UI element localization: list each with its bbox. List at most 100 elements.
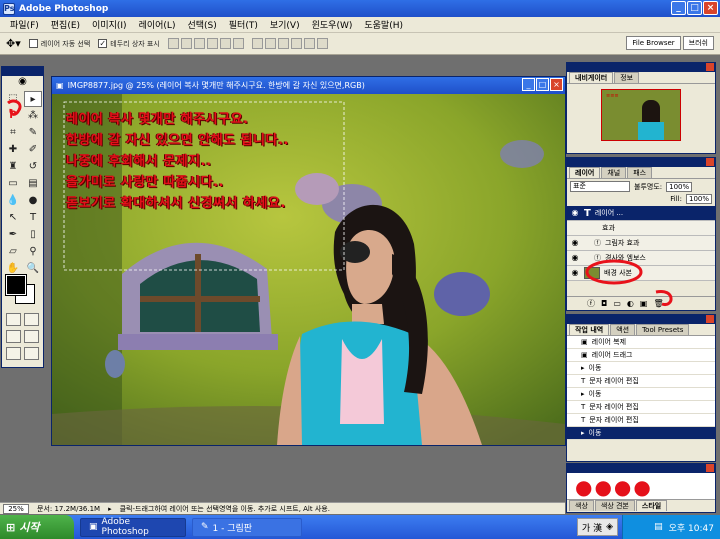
document-title-bar[interactable]: ▣ IMGP8877.jpg @ 25% (레이어 복사 몇개만 해주시구요. … bbox=[52, 77, 565, 94]
history-close-icon[interactable] bbox=[706, 315, 714, 323]
menu-view[interactable]: 보기(V) bbox=[264, 18, 306, 31]
menu-layer[interactable]: 레이어(L) bbox=[133, 18, 182, 31]
navigator-close-icon[interactable] bbox=[706, 63, 714, 71]
align-bottom-icon[interactable] bbox=[193, 38, 205, 49]
distribute-middle-icon[interactable] bbox=[264, 38, 276, 49]
history-item[interactable]: ▣ 레이어 복제 bbox=[567, 336, 715, 349]
menu-help[interactable]: 도움말(H) bbox=[358, 18, 409, 31]
align-left-icon[interactable] bbox=[206, 38, 218, 49]
ime-settings-icon[interactable]: ◈ bbox=[606, 522, 613, 532]
task-photoshop[interactable]: ▣ Adobe Photoshop bbox=[80, 517, 186, 537]
pen-tool-icon[interactable]: ✒ bbox=[4, 227, 22, 243]
menu-filter[interactable]: 필터(T) bbox=[223, 18, 264, 31]
ime-indicator[interactable]: 가 漢 ◈ bbox=[576, 518, 618, 536]
menu-image[interactable]: 이미지(I) bbox=[86, 18, 133, 31]
history-item[interactable]: T 문자 레이어 편집 bbox=[567, 414, 715, 427]
tab-paths[interactable]: 패스 bbox=[627, 167, 653, 178]
screen-mode-standard[interactable] bbox=[6, 330, 21, 343]
menu-select[interactable]: 선택(S) bbox=[181, 18, 222, 31]
tab-actions[interactable]: 액션 bbox=[610, 324, 636, 335]
type-tool-icon[interactable]: T bbox=[24, 210, 42, 226]
healing-brush-icon[interactable]: ✚ bbox=[4, 142, 22, 158]
history-item[interactable]: ▸ 이동 bbox=[567, 388, 715, 401]
menu-window[interactable]: 윈도우(W) bbox=[306, 18, 359, 31]
crop-tool-icon[interactable]: ⌗ bbox=[4, 125, 22, 141]
tab-channels[interactable]: 채널 bbox=[601, 167, 627, 178]
quickmask-mode-button[interactable] bbox=[24, 313, 39, 326]
layers-close-icon[interactable] bbox=[706, 158, 714, 166]
imageready-button[interactable] bbox=[24, 347, 39, 360]
layer-row-effect-shadow[interactable]: ◉ ⓕ 그림자 효과 bbox=[567, 236, 715, 251]
start-button[interactable]: ⊞ 시작 bbox=[0, 515, 74, 539]
path-select-icon[interactable]: ↖ bbox=[4, 210, 22, 226]
tab-layers[interactable]: 레이어 bbox=[569, 167, 601, 178]
tab-history[interactable]: 작업 내역 bbox=[569, 324, 610, 335]
visibility-eye-icon[interactable] bbox=[570, 223, 580, 233]
minimize-button[interactable]: _ bbox=[671, 1, 686, 15]
history-item-selected[interactable]: ▸ 이동 bbox=[567, 427, 715, 440]
tab-navigator[interactable]: 내비게이터 bbox=[569, 72, 614, 83]
align-center-icon[interactable] bbox=[219, 38, 231, 49]
tab-styles[interactable]: 스타일 bbox=[635, 500, 668, 511]
tab-info[interactable]: 정보 bbox=[614, 72, 640, 83]
eyedropper-icon[interactable]: ⚲ bbox=[24, 244, 42, 260]
screen-mode-full[interactable] bbox=[24, 330, 39, 343]
navigator-thumbnail[interactable]: ≡≡≡ bbox=[601, 89, 681, 141]
toolbox-header[interactable] bbox=[2, 67, 43, 76]
doc-close-button[interactable]: × bbox=[550, 78, 563, 91]
menu-file[interactable]: 파일(F) bbox=[4, 18, 45, 31]
layer-row-effects[interactable]: 효과 bbox=[567, 221, 715, 236]
styles-close-icon[interactable] bbox=[706, 464, 714, 472]
eraser-tool-icon[interactable]: ▭ bbox=[4, 176, 22, 192]
visibility-eye-icon[interactable]: ◉ bbox=[570, 208, 580, 218]
foreground-color-swatch[interactable] bbox=[5, 274, 27, 296]
notes-tool-icon[interactable]: ▱ bbox=[4, 244, 22, 260]
bounding-box-option[interactable]: ✓ 테두리 상자 표시 bbox=[98, 39, 160, 49]
task-paint[interactable]: ✎ 1 - 그림판 bbox=[192, 517, 302, 537]
move-tool-icon[interactable]: ✥▾ bbox=[6, 37, 21, 50]
file-browser-tab[interactable]: File Browser bbox=[626, 36, 681, 50]
magic-wand-icon[interactable]: ⁂ bbox=[24, 108, 42, 124]
doc-minimize-button[interactable]: _ bbox=[522, 78, 535, 91]
status-arrow-icon[interactable]: ▸ bbox=[108, 505, 112, 513]
opacity-input[interactable]: 100% bbox=[666, 181, 693, 192]
network-icon[interactable]: ▤ bbox=[654, 522, 663, 532]
auto-select-layer-option[interactable]: 레이어 자동 선택 bbox=[28, 39, 90, 49]
close-button[interactable]: × bbox=[703, 1, 718, 15]
align-middle-icon[interactable] bbox=[180, 38, 192, 49]
clone-stamp-icon[interactable]: ♜ bbox=[4, 159, 22, 175]
zoom-field[interactable]: 25% bbox=[3, 503, 29, 514]
history-item[interactable]: ▣ 레이어 드래그 bbox=[567, 349, 715, 362]
standard-mode-button[interactable] bbox=[6, 313, 21, 326]
screen-mode-black[interactable] bbox=[6, 347, 21, 360]
navigator-palette-header[interactable] bbox=[567, 63, 715, 72]
brush-tool-icon[interactable]: ✐ bbox=[24, 142, 42, 158]
maximize-button[interactable]: □ bbox=[687, 1, 702, 15]
menu-edit[interactable]: 편집(E) bbox=[45, 18, 86, 31]
tab-tool-presets[interactable]: Tool Presets bbox=[636, 324, 690, 335]
slice-tool-icon[interactable]: ✎ bbox=[24, 125, 42, 141]
visibility-eye-icon[interactable]: ◉ bbox=[570, 253, 580, 263]
zoom-tool-icon[interactable]: 🔍 bbox=[24, 261, 42, 277]
move-tool-icon[interactable]: ▸ bbox=[24, 91, 42, 107]
history-brush-icon[interactable]: ↺ bbox=[24, 159, 42, 175]
tab-swatches[interactable]: 색상 견본 bbox=[594, 500, 635, 511]
dodge-tool-icon[interactable]: ● bbox=[24, 193, 42, 209]
align-right-icon[interactable] bbox=[232, 38, 244, 49]
distribute-top-icon[interactable] bbox=[251, 38, 263, 49]
visibility-eye-icon[interactable]: ◉ bbox=[570, 268, 580, 278]
history-item[interactable]: ▸ 이동 bbox=[567, 362, 715, 375]
blend-mode-select[interactable]: 표준 bbox=[570, 181, 630, 192]
bounding-box-checkbox[interactable]: ✓ bbox=[98, 39, 108, 48]
layers-palette-header[interactable] bbox=[567, 158, 715, 167]
history-palette-header[interactable] bbox=[567, 315, 715, 324]
distribute-bottom-icon[interactable] bbox=[277, 38, 289, 49]
visibility-eye-icon[interactable]: ◉ bbox=[570, 238, 580, 248]
distribute-left-icon[interactable] bbox=[290, 38, 302, 49]
history-item[interactable]: T 문자 레이어 편집 bbox=[567, 375, 715, 388]
shape-tool-icon[interactable]: ▯ bbox=[24, 227, 42, 243]
tab-color[interactable]: 색상 bbox=[569, 500, 594, 511]
history-item[interactable]: T 문자 레이어 편집 bbox=[567, 401, 715, 414]
auto-select-checkbox[interactable] bbox=[28, 39, 38, 48]
distribute-center-icon[interactable] bbox=[303, 38, 315, 49]
